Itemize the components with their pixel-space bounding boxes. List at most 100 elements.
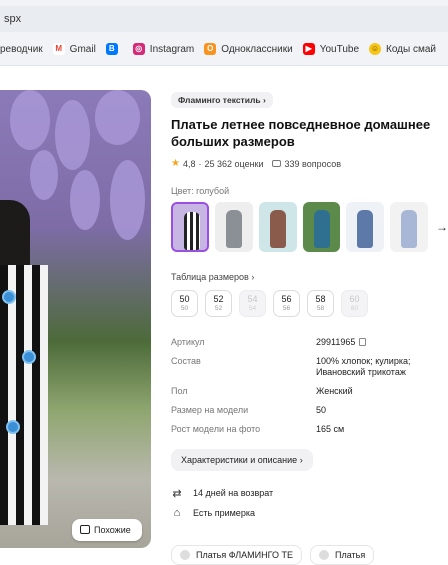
size-option[interactable]: 60 60 (341, 290, 368, 317)
color-label: Цвет: голубой (171, 186, 230, 196)
size-value: 52 (213, 294, 224, 304)
bookmark-label: Одноклассники (221, 43, 293, 55)
size-table-link[interactable]: Таблица размеров › (171, 272, 448, 282)
size-value: 54 (247, 294, 258, 304)
related-chip[interactable]: Платья ФЛАМИНГО ТЕ (171, 545, 303, 565)
color-thumb[interactable] (258, 202, 297, 252)
color-thumbnails: → (171, 202, 448, 252)
size-sub: 54 (248, 305, 257, 312)
spec-value: Женский (316, 386, 353, 396)
spec-key: Рост модели на фото (171, 424, 261, 434)
specs-list: Артикул 29911965 Состав 100% хлопок; кулир… (171, 337, 448, 435)
size-option[interactable]: 56 56 (273, 290, 300, 317)
bookmark-vk[interactable]: В (105, 43, 123, 55)
chip-icon (180, 550, 190, 560)
fitting-label: Есть примерка (193, 508, 255, 518)
spec-value: 29911965 (316, 337, 436, 348)
browser-toolbar: spx реводчик M Gmail В ◎ Instagram О Однокл… (0, 0, 448, 66)
instagram-icon: ◎ (132, 43, 145, 55)
size-option[interactable]: 50 50 (171, 290, 198, 317)
photo-detail (30, 150, 58, 200)
spec-value: 165 см (316, 424, 345, 434)
color-thumb[interactable] (171, 202, 209, 252)
bookmark-smiley[interactable]: ☺ Коды смай (369, 43, 436, 55)
gmail-icon: M (52, 43, 65, 55)
address-bar[interactable]: spx (0, 6, 448, 32)
spec-key: Артикул (171, 337, 205, 347)
color-thumb[interactable] (302, 202, 341, 252)
photo-detail (22, 350, 36, 364)
photo-detail (2, 290, 16, 304)
spec-row: Состав 100% хлопок; кулирка; Ивановский т… (171, 356, 448, 378)
size-sub: 60 (350, 305, 359, 312)
star-icon: ★ (171, 158, 180, 169)
photo-detail (55, 100, 90, 170)
rating-row: ★ 4,8 · 25 362 оценки 339 вопросов (171, 158, 448, 169)
size-value: 58 (315, 294, 326, 304)
photo-detail (6, 420, 20, 434)
spec-key: Размер на модели (171, 405, 249, 415)
color-thumb[interactable] (390, 202, 428, 252)
size-option[interactable]: 52 52 (205, 290, 232, 317)
photo-detail (95, 90, 140, 145)
characteristics-button[interactable]: Характеристики и описание › (171, 449, 313, 471)
return-label: 14 дней на возврат (193, 488, 274, 498)
spec-value: 100% хлопок; кулирка; Ивановский трикота… (316, 356, 411, 377)
copy-icon[interactable] (359, 338, 367, 346)
related-chip[interactable]: Платья (310, 545, 375, 565)
bookmark-gmail[interactable]: M Gmail (52, 43, 96, 55)
return-info: ⇄ 14 дней на возврат (171, 485, 448, 501)
photo-detail (0, 265, 48, 525)
spec-key: Состав (171, 356, 201, 366)
hanger-icon: ⌂ (173, 507, 181, 519)
separator: · (198, 158, 202, 169)
photo-detail (225, 210, 242, 248)
size-sub: 58 (316, 305, 325, 312)
photo-detail (357, 210, 374, 248)
similar-button[interactable]: Похожие (72, 519, 142, 541)
size-value: 50 (179, 294, 190, 304)
bookmark-odnoklassniki[interactable]: О Одноклассники (204, 43, 293, 55)
questions-icon (271, 160, 281, 167)
spec-row: Артикул 29911965 (171, 337, 448, 348)
odnoklassniki-icon: О (204, 43, 217, 55)
reviews-link[interactable]: 25 362 оценки (204, 159, 263, 169)
bookmark-label: Instagram (149, 43, 195, 55)
return-icon: ⇄ (172, 487, 182, 500)
size-value: 60 (349, 294, 360, 304)
size-option[interactable]: 58 58 (307, 290, 334, 317)
color-thumb[interactable] (214, 202, 253, 252)
bookmark-label: Gmail (69, 43, 96, 55)
bookmark-translate[interactable]: реводчик (0, 44, 43, 55)
similar-label: Похожие (94, 525, 131, 535)
size-option[interactable]: 54 54 (239, 290, 266, 317)
rating-value: 4,8 (182, 158, 196, 169)
photo-detail (110, 160, 145, 240)
photo-detail (269, 210, 286, 248)
spec-value: 50 (316, 405, 327, 415)
questions-link[interactable]: 339 вопросов (285, 159, 341, 169)
product-title: Платье летнее повседневное домашнее боль… (171, 117, 431, 149)
product-photo[interactable]: Похожие (0, 90, 151, 548)
bookmark-instagram[interactable]: ◎ Instagram (132, 43, 195, 55)
photo-detail (401, 210, 418, 248)
bookmark-label: реводчик (0, 43, 43, 55)
next-arrow-icon[interactable]: → (436, 220, 448, 234)
product-info: Фламинго текстиль › Платье летнее повсед… (171, 90, 448, 525)
similar-icon (80, 525, 90, 534)
brand-label: Фламинго текстиль (178, 95, 261, 105)
chip-label: Платья ФЛАМИНГО ТЕ (196, 550, 294, 560)
brand-link[interactable]: Фламинго текстиль › (171, 92, 273, 108)
article-number: 29911965 (316, 337, 356, 347)
bookmark-label: YouTube (319, 43, 359, 55)
spec-row: Пол Женский (171, 386, 448, 397)
youtube-icon: ▶ (302, 43, 315, 55)
size-sub: 52 (214, 305, 223, 312)
bookmark-label: Коды смай (386, 43, 436, 55)
photo-detail (184, 212, 200, 250)
photo-detail (70, 170, 100, 230)
bookmark-youtube[interactable]: ▶ YouTube (302, 43, 359, 55)
size-table-label: Таблица размеров (171, 272, 249, 282)
color-thumb[interactable] (346, 202, 385, 252)
chip-icon (319, 550, 330, 560)
